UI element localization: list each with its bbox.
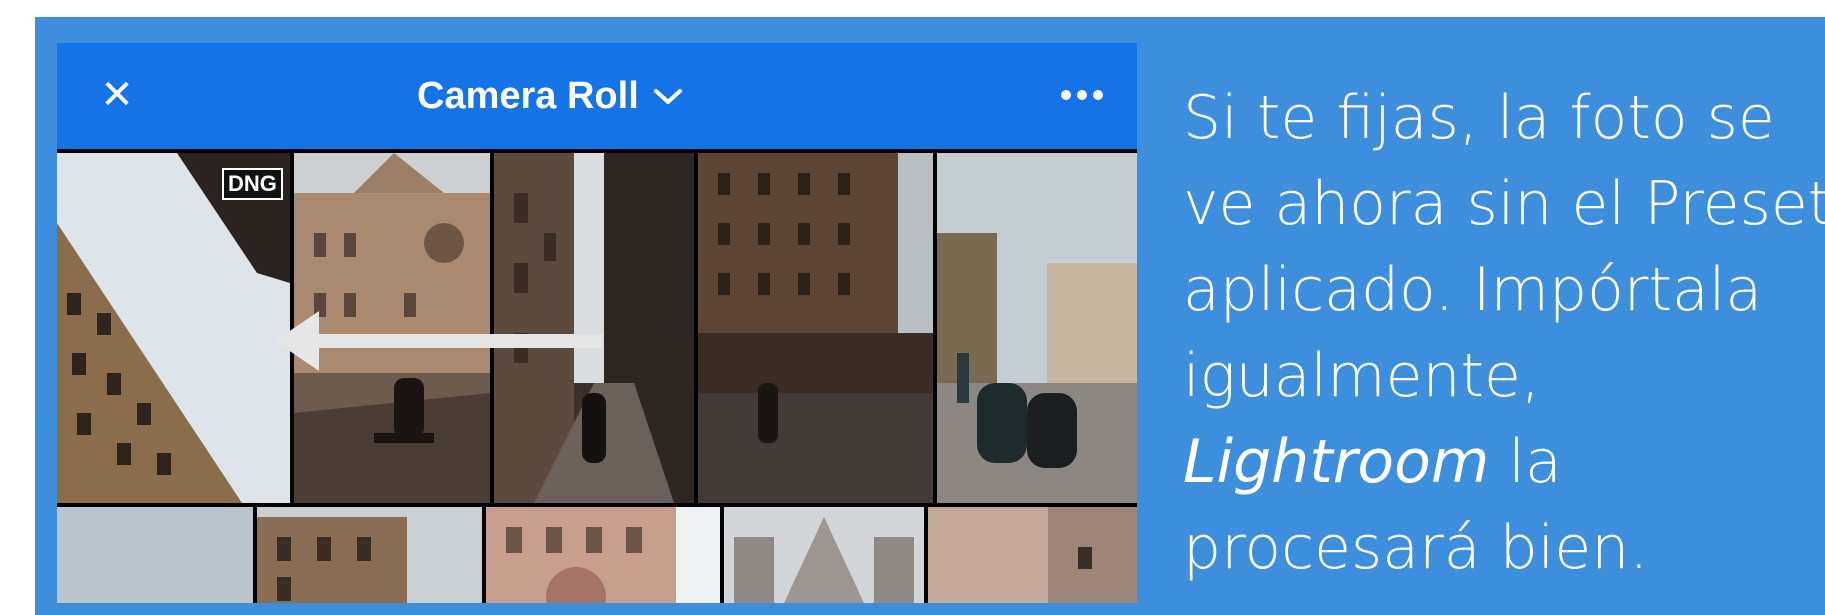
- photo-image: [928, 507, 1137, 603]
- photo-thumbnail[interactable]: [257, 507, 482, 603]
- photo-grid: DNG: [57, 153, 1137, 603]
- lightroom-import-screen: ✕ Camera Roll DNG: [57, 43, 1137, 603]
- photo-thumbnail[interactable]: [494, 153, 694, 503]
- chevron-down-icon: [653, 89, 682, 104]
- album-selector[interactable]: Camera Roll: [417, 69, 683, 123]
- photo-thumbnail[interactable]: [928, 507, 1137, 603]
- more-options-button[interactable]: [1052, 75, 1112, 115]
- caption-line: Si te fijas, la foto se: [1183, 83, 1775, 153]
- photo-image: [294, 153, 490, 503]
- photo-thumbnail[interactable]: [698, 153, 933, 503]
- top-app-bar: ✕ Camera Roll: [57, 43, 1137, 149]
- close-icon: ✕: [100, 72, 134, 118]
- photo-image: [494, 153, 694, 503]
- photo-thumbnail[interactable]: [937, 153, 1137, 503]
- photo-thumbnail[interactable]: [57, 507, 253, 603]
- photo-image: [486, 507, 720, 603]
- photo-image: [698, 153, 933, 503]
- photo-thumbnail[interactable]: DNG: [57, 153, 290, 503]
- caption-line: ve ahora sin el Preset: [1183, 169, 1825, 239]
- caption-line: procesará bien.: [1183, 513, 1649, 583]
- lightroom-italic: Lightroom: [1183, 427, 1490, 497]
- caption-line: igualmente,: [1183, 341, 1541, 411]
- photo-image: [724, 507, 924, 603]
- album-title: Camera Roll: [417, 74, 639, 117]
- photo-image: [57, 153, 290, 503]
- instruction-caption: Si te fijas, la foto se ve ahora sin el …: [1183, 75, 1825, 591]
- caption-line: Lightroom la: [1183, 419, 1808, 505]
- photo-thumbnail[interactable]: [486, 507, 720, 603]
- more-options-icon: [1061, 90, 1103, 100]
- photo-image: [257, 507, 482, 603]
- caption-line-rest: la: [1489, 427, 1562, 497]
- caption-line: aplicado. Impórtala: [1183, 255, 1763, 325]
- photo-thumbnail[interactable]: [724, 507, 924, 603]
- photo-thumbnail[interactable]: [294, 153, 490, 503]
- dng-badge: DNG: [222, 168, 283, 201]
- close-button[interactable]: ✕: [95, 73, 139, 117]
- photo-image: [937, 153, 1137, 503]
